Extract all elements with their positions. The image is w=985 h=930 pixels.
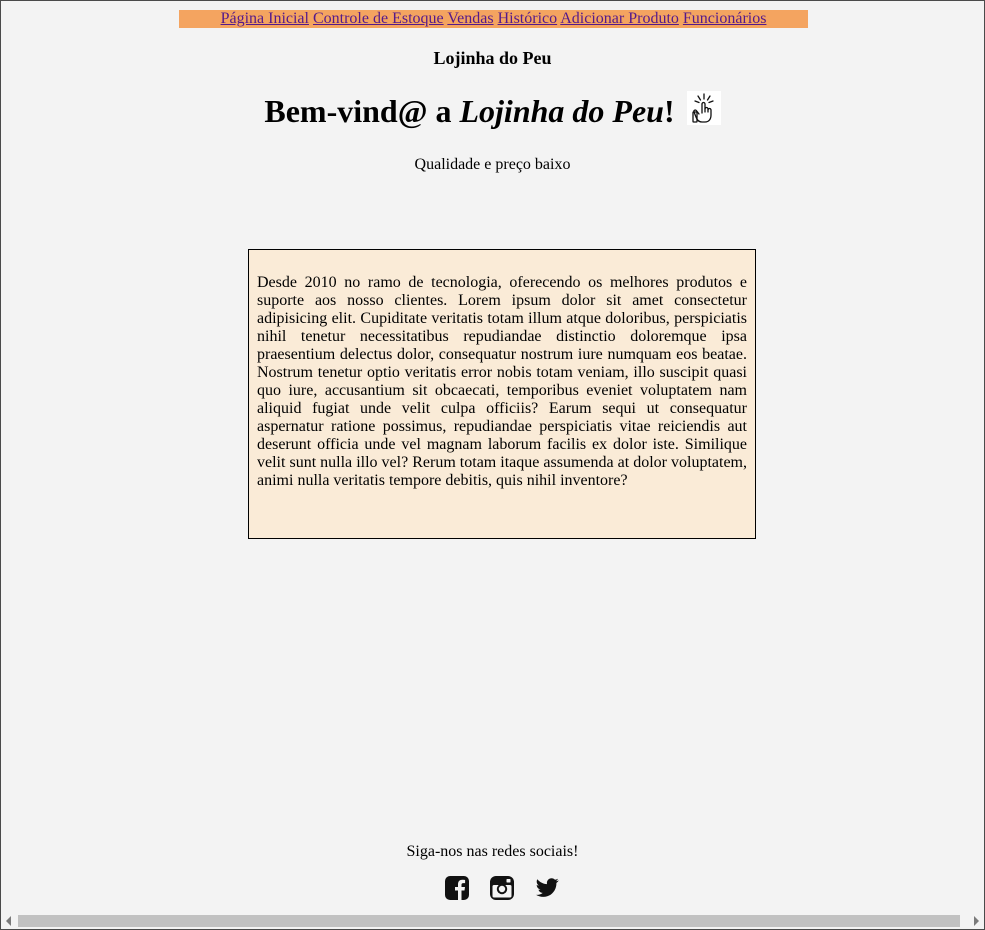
nav-link-add-product[interactable]: Adicionar Produto	[560, 10, 679, 27]
about-section: Desde 2010 no ramo de tecnologia, oferec…	[248, 249, 756, 539]
scroll-right-arrow-icon[interactable]	[974, 916, 979, 926]
welcome-suffix: !	[663, 93, 675, 129]
browser-viewport: Página Inicial Controle de Estoque Venda…	[0, 0, 985, 930]
nav-link-history[interactable]: Histórico	[498, 10, 558, 27]
nav-link-sales[interactable]: Vendas	[447, 10, 493, 27]
horizontal-scrollbar[interactable]	[1, 913, 984, 929]
welcome-prefix: Bem-vind@ a	[264, 93, 460, 129]
top-navigation: Página Inicial Controle de Estoque Venda…	[179, 10, 808, 28]
nav-link-employees[interactable]: Funcionários	[683, 10, 767, 27]
scrollbar-thumb[interactable]	[18, 915, 960, 927]
site-name: Lojinha do Peu	[433, 48, 552, 68]
thumbs-up-click-icon	[686, 91, 721, 125]
social-heading: Siga-nos nas redes sociais!	[406, 843, 579, 860]
nav-link-home[interactable]: Página Inicial	[221, 10, 309, 27]
welcome-store-name: Lojinha do Peu	[459, 93, 664, 129]
tagline: Qualidade e preço baixo	[414, 156, 571, 173]
scroll-left-arrow-icon[interactable]	[6, 916, 11, 926]
about-text: Desde 2010 no ramo de tecnologia, oferec…	[257, 274, 747, 489]
social-icons	[444, 875, 564, 903]
facebook-icon[interactable]	[444, 875, 470, 901]
instagram-icon[interactable]	[489, 875, 515, 901]
nav-link-stock-control[interactable]: Controle de Estoque	[313, 10, 444, 27]
twitter-icon[interactable]	[534, 875, 560, 901]
welcome-heading: Bem-vind@ a Lojinha do Peu!	[1, 91, 984, 130]
